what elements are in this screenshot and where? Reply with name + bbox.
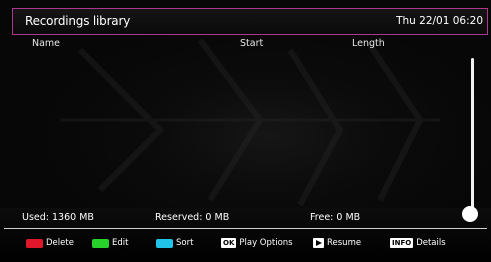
recordings-library-screen: Recordings library Thu 22/01 06:20 Name … (0, 0, 491, 262)
resume-label: Resume (327, 238, 362, 248)
column-headers: Name Start Length (0, 38, 491, 52)
page-title: Recordings library (25, 14, 131, 28)
key-legend: Delete Edit Sort OK Play Options Resume … (0, 237, 491, 251)
info-key-icon: INFO (390, 238, 414, 248)
scroll-thumb[interactable] (462, 206, 478, 222)
column-header-name[interactable]: Name (32, 38, 60, 49)
green-key-icon (92, 238, 109, 248)
edit-key-hint[interactable]: Edit (92, 237, 128, 249)
storage-reserved: Reserved: 0 MB (155, 212, 230, 223)
scrollbar-track[interactable] (471, 58, 474, 208)
delete-key-hint[interactable]: Delete (26, 237, 74, 249)
column-header-start[interactable]: Start (240, 38, 263, 49)
storage-used: Used: 1360 MB (22, 212, 94, 223)
storage-free: Free: 0 MB (310, 212, 361, 223)
sort-key-hint[interactable]: Sort (156, 237, 193, 249)
details-label: Details (416, 238, 446, 248)
cyan-key-icon (156, 238, 173, 248)
sort-label: Sort (176, 238, 194, 248)
play-icon (313, 238, 324, 248)
red-key-icon (26, 238, 43, 248)
edit-label: Edit (112, 238, 129, 248)
recordings-list[interactable] (20, 54, 460, 204)
ok-key-icon: OK (221, 238, 237, 248)
footer-divider (4, 228, 487, 229)
details-key-hint[interactable]: INFO Details (390, 237, 446, 249)
date-time: Thu 22/01 06:20 (396, 15, 483, 27)
play-options-key-hint[interactable]: OK Play Options (221, 237, 293, 249)
title-bar: Recordings library Thu 22/01 06:20 (12, 8, 488, 35)
column-header-length[interactable]: Length (352, 38, 385, 49)
resume-key-hint[interactable]: Resume (313, 237, 361, 249)
delete-label: Delete (46, 238, 74, 248)
play-options-label: Play Options (239, 238, 293, 248)
